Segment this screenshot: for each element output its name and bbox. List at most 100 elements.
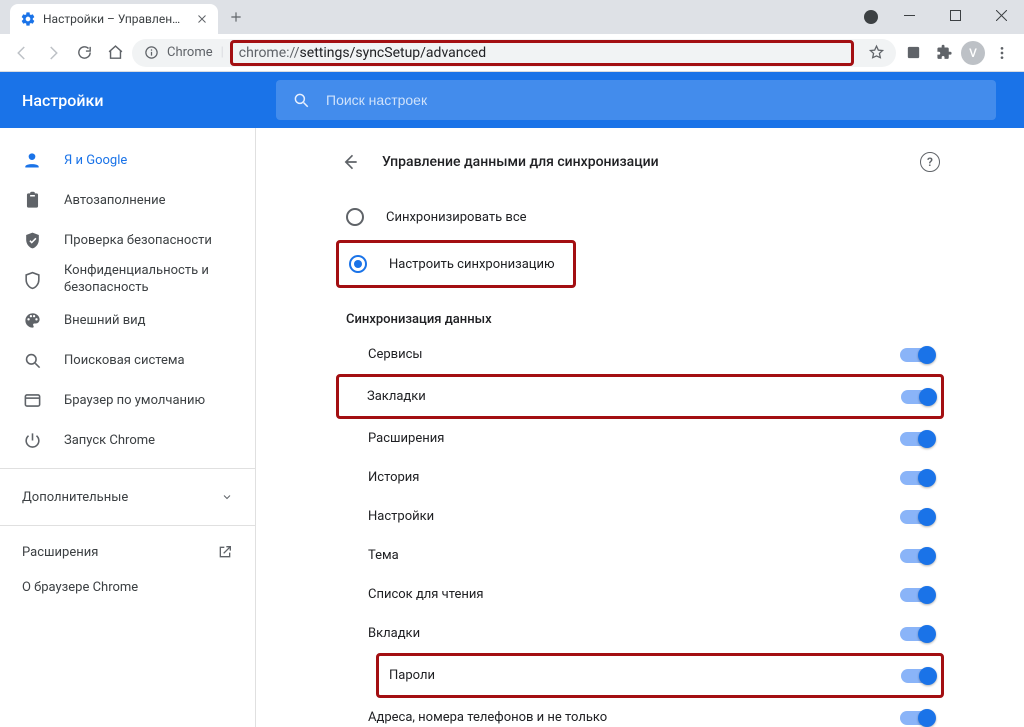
sidebar-item-label: Запуск Chrome	[64, 433, 155, 448]
person-icon	[22, 150, 42, 170]
sidebar: Я и Google Автозаполнение Проверка безоп…	[0, 128, 256, 727]
sidebar-item-startup[interactable]: Запуск Chrome	[0, 420, 255, 460]
back-arrow-icon[interactable]	[340, 152, 360, 172]
power-icon	[22, 430, 42, 450]
settings-search-input[interactable]	[326, 92, 980, 108]
toggle-switch[interactable]	[900, 510, 934, 524]
page-title: Управление данными для синхронизации	[382, 154, 898, 170]
toggle-row-addresses: Адреса, номера телефонов и не только	[340, 698, 940, 727]
toggle-label: Пароли	[389, 668, 435, 683]
profile-avatar[interactable]: V	[961, 41, 985, 65]
palette-icon	[22, 310, 42, 330]
toolbar: Chrome | chrome://settings/syncSetup/adv…	[0, 34, 1024, 72]
menu-button[interactable]	[988, 39, 1016, 67]
tab-title: Настройки – Управление данны	[43, 12, 187, 26]
toggle-switch[interactable]	[901, 390, 935, 404]
sidebar-item-autofill[interactable]: Автозаполнение	[0, 180, 255, 220]
toggle-label: История	[368, 470, 419, 485]
sidebar-link-about[interactable]: О браузере Chrome	[0, 570, 255, 605]
radio-label: Настроить синхронизацию	[389, 257, 555, 272]
sidebar-item-search-engine[interactable]: Поисковая система	[0, 340, 255, 380]
toggle-row-passwords: Пароли	[379, 656, 941, 695]
sidebar-link-extensions[interactable]: Расширения	[0, 534, 255, 570]
toggle-switch[interactable]	[900, 711, 934, 725]
nav-forward-button[interactable]	[39, 39, 67, 67]
chevron-down-icon	[221, 491, 233, 503]
window-indicator-icon	[864, 10, 878, 24]
sidebar-item-label: Проверка безопасности	[64, 233, 212, 248]
toggle-row-reading-list: Список для чтения	[340, 575, 940, 614]
sidebar-link-label: О браузере Chrome	[22, 580, 138, 595]
omnibox-prefix: Chrome	[167, 45, 213, 60]
sidebar-item-privacy[interactable]: Конфиденциальность и безопасность	[0, 260, 255, 300]
toggle-label: Адреса, номера телефонов и не только	[368, 710, 607, 725]
toggle-label: Вкладки	[368, 626, 420, 641]
sidebar-item-label: Автозаполнение	[64, 193, 166, 208]
sidebar-advanced-toggle[interactable]: Дополнительные	[0, 477, 255, 517]
omnibox-url[interactable]: chrome://settings/syncSetup/advanced	[239, 45, 486, 61]
sidebar-item-appearance[interactable]: Внешний вид	[0, 300, 255, 340]
sidebar-item-default-browser[interactable]: Браузер по умолчанию	[0, 380, 255, 420]
external-link-icon	[217, 544, 233, 560]
browser-icon	[22, 390, 42, 410]
toggle-row-apps: Сервисы	[340, 335, 940, 374]
toggle-label: Расширения	[368, 431, 444, 446]
close-icon[interactable]	[194, 11, 210, 27]
toggle-switch[interactable]	[900, 588, 934, 602]
site-info-icon[interactable]	[144, 45, 159, 60]
minimize-button[interactable]	[886, 0, 932, 30]
toggle-switch[interactable]	[901, 669, 935, 683]
new-tab-button[interactable]	[222, 3, 250, 31]
sidebar-item-label: Браузер по умолчанию	[64, 393, 205, 408]
toggle-row-extensions: Расширения	[340, 419, 940, 458]
toggle-label: Настройки	[368, 509, 434, 524]
browser-tab[interactable]: Настройки – Управление данны	[10, 4, 218, 34]
section-title: Синхронизация данных	[340, 294, 940, 335]
sidebar-link-label: Расширения	[22, 545, 98, 560]
toggle-row-theme: Тема	[340, 536, 940, 575]
sidebar-item-security-check[interactable]: Проверка безопасности	[0, 220, 255, 260]
toggle-switch[interactable]	[900, 471, 934, 485]
page-header-row: Управление данными для синхронизации ?	[340, 144, 940, 196]
home-button[interactable]	[101, 39, 129, 67]
nav-back-button[interactable]	[8, 39, 36, 67]
main-panel: Управление данными для синхронизации ? С…	[256, 128, 1024, 727]
toggle-row-history: История	[340, 458, 940, 497]
reload-button[interactable]	[70, 39, 98, 67]
shield-icon	[22, 270, 42, 290]
toggle-switch[interactable]	[900, 549, 934, 563]
sidebar-separator	[0, 525, 255, 526]
window-close-button[interactable]	[978, 0, 1024, 30]
toggle-switch[interactable]	[900, 348, 934, 362]
maximize-button[interactable]	[932, 0, 978, 30]
toggle-switch[interactable]	[900, 627, 934, 641]
bookmark-star-icon[interactable]	[862, 39, 890, 67]
content-area: Настройки Я и Google Автозаполнение	[0, 72, 1024, 727]
radio-sync-all[interactable]: Синхронизировать все	[340, 196, 940, 238]
help-icon[interactable]: ?	[920, 152, 940, 172]
radio-icon	[346, 208, 364, 226]
extensions-icon[interactable]	[899, 39, 927, 67]
settings-search[interactable]	[276, 80, 996, 120]
sidebar-separator	[0, 468, 255, 469]
sidebar-advanced-label: Дополнительные	[22, 490, 128, 505]
toggle-row-settings: Настройки	[340, 497, 940, 536]
sidebar-item-label: Конфиденциальность и безопасность	[64, 263, 233, 297]
extensions-puzzle-icon[interactable]	[930, 39, 958, 67]
toggle-label: Тема	[368, 548, 399, 563]
toggle-label: Список для чтения	[368, 587, 484, 602]
app-window: Настройки – Управление данны Chrome	[0, 0, 1024, 727]
radio-sync-custom[interactable]: Настроить синхронизацию	[339, 243, 573, 285]
settings-title: Настройки	[0, 91, 270, 110]
sidebar-item-label: Поисковая система	[64, 353, 185, 368]
settings-header: Настройки	[0, 72, 1024, 128]
sidebar-item-label: Я и Google	[64, 153, 127, 168]
toggle-switch[interactable]	[900, 432, 934, 446]
radio-icon	[349, 255, 367, 273]
toggle-label: Закладки	[367, 389, 426, 404]
sidebar-item-google[interactable]: Я и Google	[0, 140, 255, 180]
gear-icon	[20, 11, 36, 27]
toggle-row-tabs: Вкладки	[340, 614, 940, 653]
toggle-row-bookmarks: Закладки	[339, 377, 941, 416]
toggle-label: Сервисы	[368, 347, 423, 362]
